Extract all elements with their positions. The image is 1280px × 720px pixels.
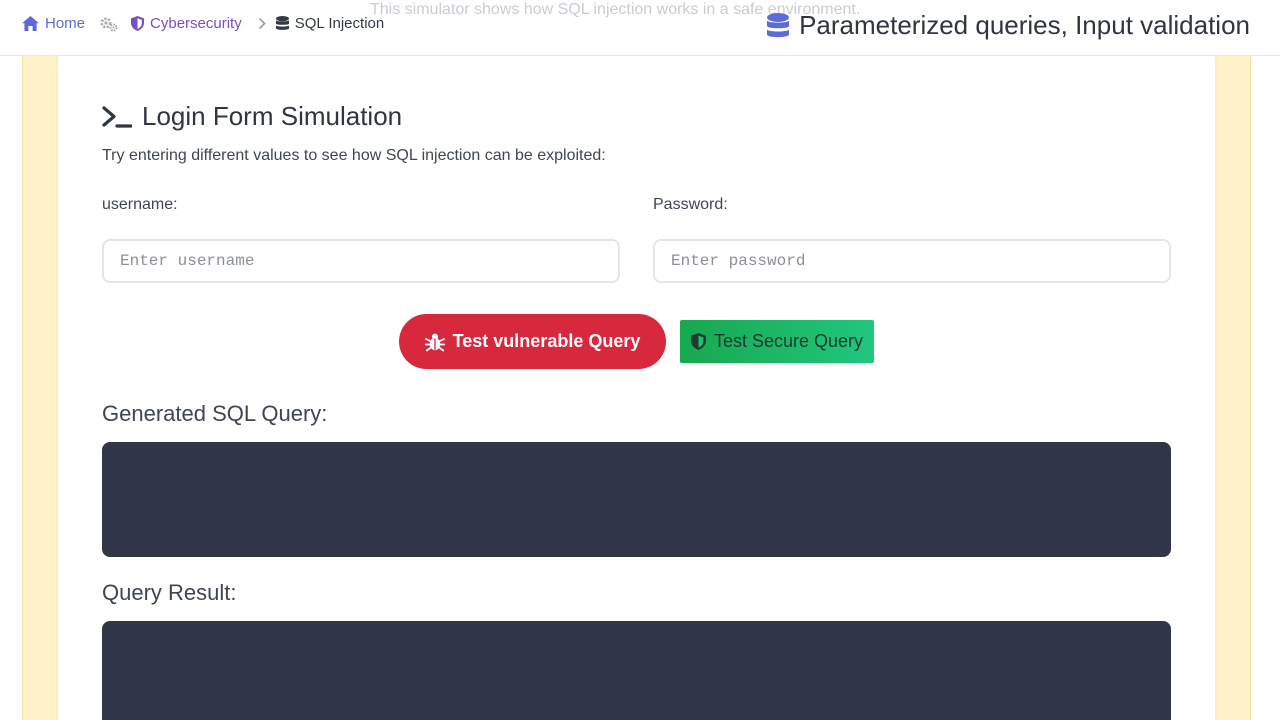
breadcrumb-home-label: Home bbox=[45, 15, 86, 32]
shield-icon bbox=[131, 16, 145, 31]
generated-query-box bbox=[102, 442, 1171, 557]
card-title: Login Form Simulation bbox=[102, 101, 402, 132]
database-icon bbox=[275, 16, 289, 30]
username-input[interactable] bbox=[102, 239, 620, 283]
query-result-label: Query Result: bbox=[102, 580, 237, 605]
breadcrumb-cybersecurity-label: Cybersecurity bbox=[150, 15, 242, 32]
card-title-text: Login Form Simulation bbox=[142, 101, 403, 131]
card-description: Try entering different values to see how… bbox=[102, 147, 606, 164]
password-label: Password: bbox=[653, 196, 728, 213]
query-result-box bbox=[102, 621, 1171, 720]
password-input[interactable] bbox=[653, 239, 1171, 283]
page-heading: Parameterized queries, Input validation bbox=[767, 10, 1250, 41]
breadcrumb-home-link[interactable]: Home bbox=[22, 15, 85, 32]
database-icon bbox=[767, 12, 790, 37]
login-simulation-card: Login Form Simulation Try entering diffe… bbox=[58, 46, 1215, 720]
breadcrumb-current: SQL Injection bbox=[275, 15, 384, 32]
home-icon bbox=[22, 16, 39, 31]
chevron-right-icon bbox=[258, 17, 266, 30]
top-bar: Home Cybersecurity SQL Injection This si… bbox=[0, 0, 1280, 56]
shield-icon bbox=[691, 333, 706, 350]
test-vulnerable-query-button[interactable]: Test vulnerable Query bbox=[399, 314, 666, 369]
bug-icon bbox=[424, 333, 445, 351]
page-heading-title: Parameterized queries, Input validation bbox=[799, 10, 1250, 40]
breadcrumb: Home Cybersecurity SQL Injection bbox=[22, 15, 384, 32]
generated-query-label: Generated SQL Query: bbox=[102, 401, 328, 426]
test-secure-query-label: Test Secure Query bbox=[713, 331, 864, 351]
test-secure-query-button[interactable]: Test Secure Query bbox=[680, 320, 874, 363]
terminal-icon bbox=[102, 105, 132, 128]
username-label: username: bbox=[102, 196, 178, 213]
breadcrumb-cybersecurity-link[interactable]: Cybersecurity bbox=[131, 15, 242, 32]
test-vulnerable-query-label: Test vulnerable Query bbox=[452, 331, 641, 351]
gears-icon bbox=[99, 16, 119, 32]
